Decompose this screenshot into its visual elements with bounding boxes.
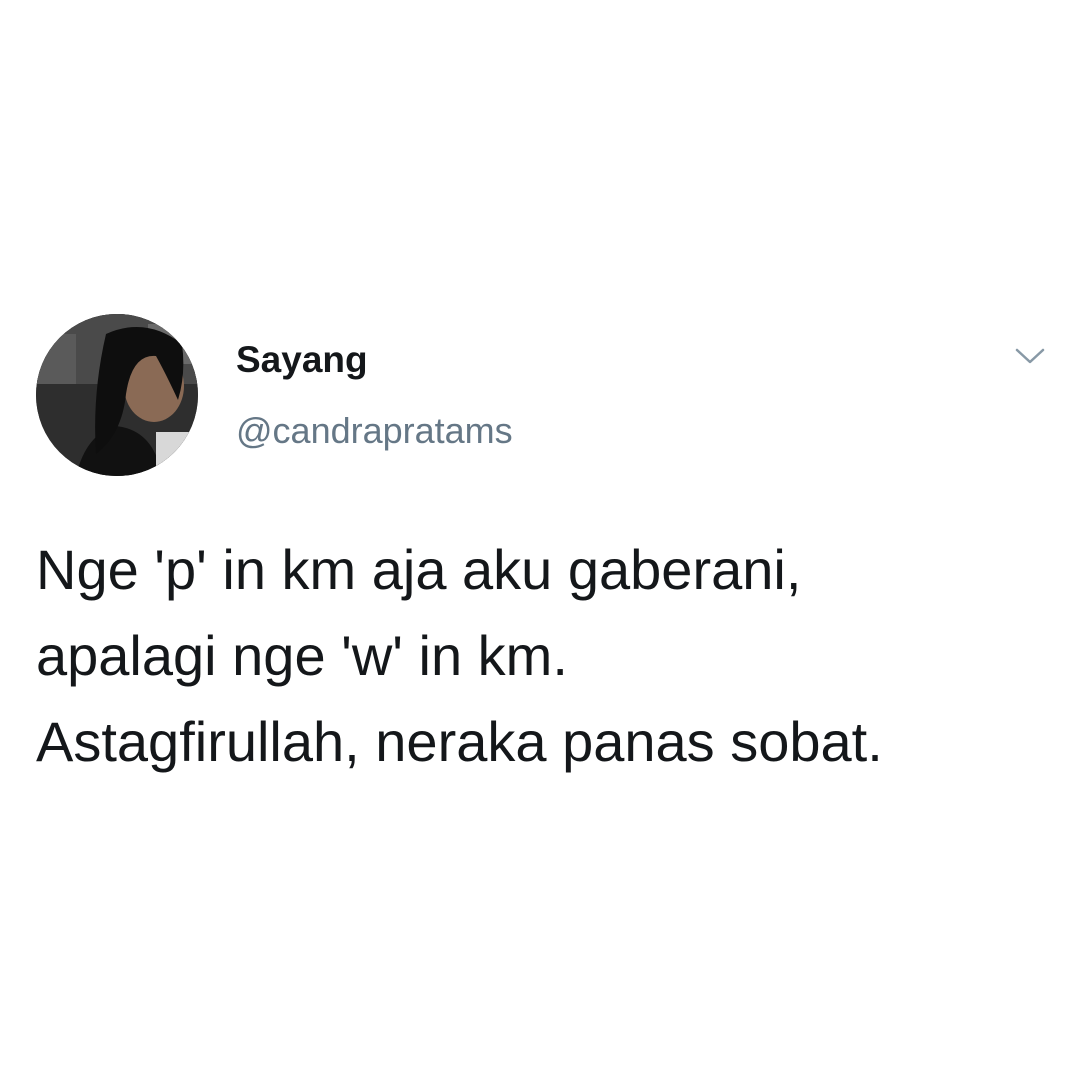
tweet-card: Sayang @candrapratams Nge 'p' in km aja … xyxy=(0,290,1080,800)
display-name[interactable]: Sayang xyxy=(236,338,368,382)
tweet-text-line: Astagfirullah, neraka panas sobat. xyxy=(36,710,883,773)
user-handle[interactable]: @candrapratams xyxy=(236,409,513,453)
tweet-text: Nge 'p' in km aja aku gaberani, apalagi … xyxy=(36,527,1056,785)
tweet-menu-button[interactable] xyxy=(1008,340,1052,372)
profile-photo-icon xyxy=(36,314,198,476)
chevron-down-icon xyxy=(1015,348,1045,364)
avatar[interactable] xyxy=(36,314,198,476)
tweet-text-line: apalagi nge 'w' in km. xyxy=(36,624,568,687)
tweet-text-line: Nge 'p' in km aja aku gaberani, xyxy=(36,538,802,601)
